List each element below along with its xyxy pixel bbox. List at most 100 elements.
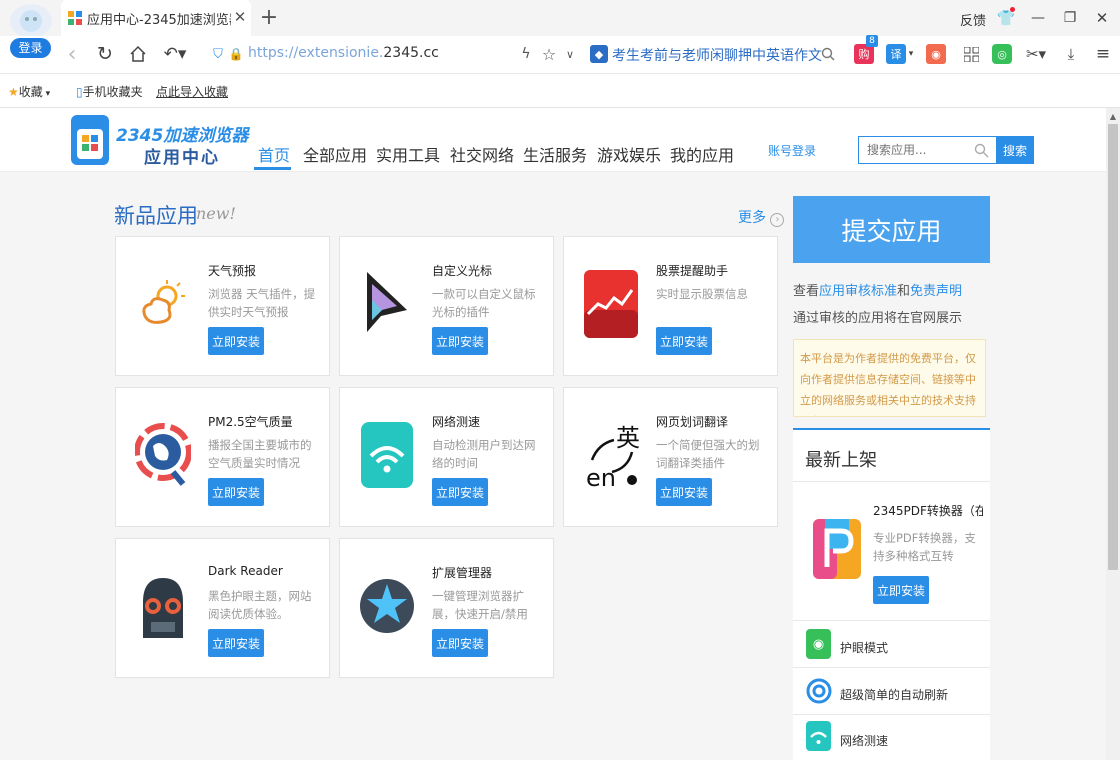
install-button[interactable]: 立即安装 <box>432 478 488 506</box>
cursor-icon <box>357 270 413 336</box>
skin-notification-dot <box>1010 7 1015 12</box>
menu-icon[interactable]: ≡ <box>1094 44 1112 64</box>
nav-social[interactable]: 社交网络 <box>450 142 514 166</box>
app-description: 一款可以自定义鼠标光标的插件 <box>432 287 536 319</box>
svg-text:英: 英 <box>616 424 640 452</box>
screenshot-icon[interactable]: ✂▾ <box>1022 44 1050 64</box>
nav-all-apps[interactable]: 全部应用 <box>303 142 367 166</box>
import-bookmarks-link[interactable]: 点此导入收藏 <box>156 83 228 100</box>
bookmark-star-icon[interactable]: ☆ <box>540 44 558 64</box>
scrollbar-thumb[interactable] <box>1108 124 1118 570</box>
reload-icon[interactable]: ↻ <box>94 43 116 65</box>
logo-app-center-text: 应用中心 <box>144 148 220 168</box>
app-description: 一键管理浏览器扩展，快速开启/禁用 <box>432 589 528 621</box>
url-dropdown-icon[interactable]: ∨ <box>563 44 577 64</box>
list-item-label[interactable]: 网络测速 <box>840 732 888 749</box>
shopping-icon[interactable]: 购 <box>854 44 874 64</box>
mobile-bookmarks[interactable]: ▯手机收藏夹 <box>76 83 143 100</box>
nav-tools[interactable]: 实用工具 <box>376 142 440 166</box>
shopping-badge: 8 <box>866 35 878 47</box>
latest-divider <box>793 481 990 482</box>
account-login-link[interactable]: 账号登录 <box>768 142 816 159</box>
window-close-icon[interactable]: ✕ <box>1094 8 1110 28</box>
lock-icon: 🔒 <box>228 47 244 61</box>
air-quality-icon <box>134 422 192 488</box>
app-name[interactable]: 网页划词翻译 <box>656 413 728 430</box>
tab-favicon-icon <box>68 11 82 25</box>
app-description: 浏览器 天气插件，提供实时天气预报 <box>208 287 316 319</box>
submit-app-button[interactable]: 提交应用 <box>793 196 990 263</box>
pass-review-text: 通过审核的应用将在官网展示 <box>793 311 963 326</box>
shield-icon[interactable]: ⛉ <box>210 45 226 63</box>
translate-icon: 英 en <box>584 420 640 492</box>
login-button[interactable]: 登录 <box>10 38 51 58</box>
star-icon <box>359 572 415 638</box>
app-name[interactable]: 天气预报 <box>208 262 256 279</box>
search-button[interactable]: 搜索 <box>996 136 1034 164</box>
nav-home[interactable]: 首页 <box>258 142 290 166</box>
nav-my-apps[interactable]: 我的应用 <box>670 142 734 166</box>
install-button[interactable]: 立即安装 <box>208 629 264 657</box>
list-item-label[interactable]: 护眼模式 <box>840 639 888 656</box>
list-item-label[interactable]: 超级简单的自动刷新 <box>840 686 948 703</box>
view-text: 查看 <box>793 284 820 299</box>
app-name[interactable]: 自定义光标 <box>432 262 492 279</box>
speed-mode-icon[interactable]: ϟ <box>518 44 534 64</box>
mobile-bookmarks-label: 手机收藏夹 <box>82 85 143 99</box>
more-link[interactable]: 更多 › <box>738 207 785 227</box>
and-text: 和 <box>897 284 911 299</box>
tab-close-icon[interactable]: ✕ <box>232 8 248 26</box>
news-paw-icon: ◆ <box>590 45 608 63</box>
nav-games[interactable]: 游戏娱乐 <box>597 142 661 166</box>
install-button[interactable]: 立即安装 <box>208 478 264 506</box>
favorites-menu[interactable]: ★收藏 ▾ <box>8 83 50 100</box>
avatar[interactable] <box>10 4 52 38</box>
app-name[interactable]: 股票提醒助手 <box>656 262 728 279</box>
weather-icon <box>133 276 189 332</box>
app-name[interactable]: 网络测速 <box>432 413 480 430</box>
toolbar-ad-link[interactable]: 考生考前与老师闲聊押中英语作文 <box>612 45 822 65</box>
disclaimer-link[interactable]: 免责声明 <box>910 284 962 299</box>
new-tab-icon[interactable]: + <box>258 5 280 30</box>
install-button[interactable]: 立即安装 <box>208 327 264 355</box>
minimize-icon[interactable]: — <box>1030 8 1046 28</box>
install-button[interactable]: 立即安装 <box>432 629 488 657</box>
network-speed-small-icon <box>806 721 831 751</box>
install-button[interactable]: 立即安装 <box>432 327 488 355</box>
review-standards-link[interactable]: 应用审核标准 <box>819 284 897 299</box>
pdf-converter-icon[interactable] <box>813 519 861 579</box>
install-button[interactable]: 立即安装 <box>656 327 712 355</box>
app-name[interactable]: Dark Reader <box>208 564 283 578</box>
undo-close-icon[interactable]: ↶▾ <box>160 43 190 65</box>
url-field[interactable]: https://extensionie.2345.cc <box>248 45 439 61</box>
nav-life[interactable]: 生活服务 <box>523 142 587 166</box>
search-input-icon <box>972 141 990 159</box>
translate-toolbar-icon[interactable]: 译 <box>886 44 906 64</box>
featured-app-description: 专业PDF转换器，支持多种格式互转 <box>873 531 976 563</box>
restore-icon[interactable]: ❐ <box>1062 8 1078 28</box>
app-center-logo-icon[interactable] <box>71 115 109 165</box>
apps-grid-icon[interactable] <box>962 44 980 64</box>
game-icon[interactable]: ◉ <box>926 44 946 64</box>
eye-care-toolbar-icon[interactable]: ◎ <box>992 44 1012 64</box>
featured-app-name[interactable]: 2345PDF转换器（在线 <box>873 502 983 519</box>
home-icon[interactable] <box>127 43 149 65</box>
svg-text:en: en <box>586 464 616 490</box>
favorites-star-icon: ★ <box>8 85 19 99</box>
translate-dropdown-icon[interactable]: ▾ <box>907 48 915 60</box>
app-name[interactable]: PM2.5空气质量 <box>208 413 293 430</box>
url-prefix: https://extensionie. <box>248 45 384 61</box>
back-icon[interactable]: ‹ <box>62 42 82 67</box>
install-button[interactable]: 立即安装 <box>656 478 712 506</box>
section-title: 新品应用 <box>114 204 198 228</box>
url-domain: 2345.cc <box>383 45 439 61</box>
app-name[interactable]: 扩展管理器 <box>432 564 492 581</box>
feedback-link[interactable]: 反馈 <box>960 10 986 29</box>
scroll-up-icon[interactable]: ▲ <box>1106 110 1120 122</box>
toolbar-search-icon[interactable] <box>819 44 837 64</box>
app-description: 实时显示股票信息 <box>656 287 748 301</box>
featured-install-button[interactable]: 立即安装 <box>873 576 929 604</box>
dark-reader-icon <box>135 572 191 638</box>
app-description: 播报全国主要城市的空气质量实时情况 <box>208 438 312 470</box>
download-icon[interactable]: ⤓ <box>1062 44 1080 64</box>
